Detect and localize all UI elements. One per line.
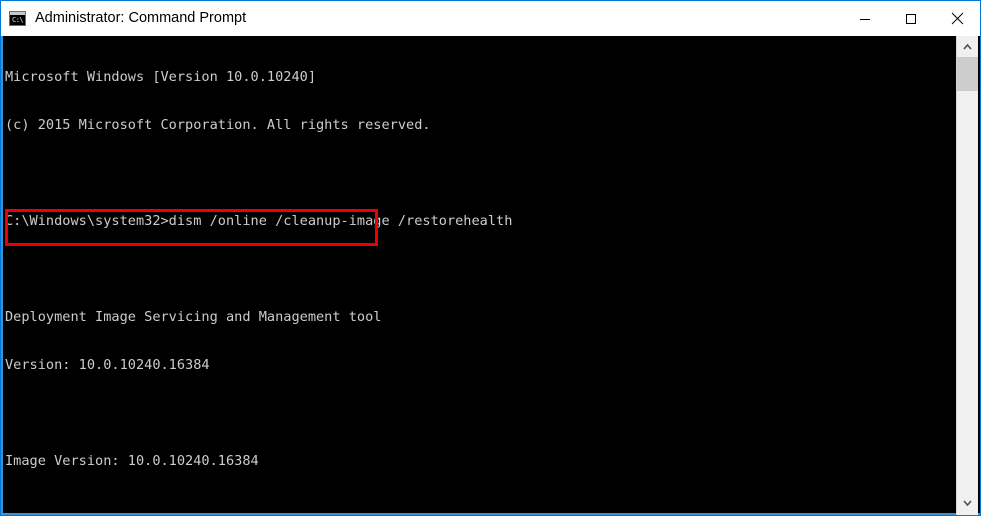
window-controls	[842, 1, 980, 36]
scrollbar-thumb[interactable]	[957, 57, 978, 91]
window-title: Administrator: Command Prompt	[35, 10, 247, 26]
console-icon: C:\	[9, 11, 26, 26]
title-bar-left: C:\ Administrator: Command Prompt	[1, 1, 842, 36]
minimize-icon	[860, 18, 870, 20]
console-line: Deployment Image Servicing and Managemen…	[5, 309, 382, 325]
close-icon	[951, 12, 963, 25]
console-output-area[interactable]: Microsoft Windows [Version 10.0.10240] (…	[1, 36, 980, 515]
minimize-button[interactable]	[842, 1, 888, 36]
console-line: Image Version: 10.0.10240.16384	[5, 453, 259, 469]
maximize-button[interactable]	[888, 1, 934, 36]
console-line: (c) 2015 Microsoft Corporation. All righ…	[5, 117, 431, 133]
chevron-down-icon	[963, 499, 972, 506]
scrollbar-track[interactable]	[957, 91, 978, 492]
console-text: Microsoft Windows [Version 10.0.10240] (…	[5, 37, 513, 513]
console-line: Version: 10.0.10240.16384	[5, 357, 210, 373]
title-bar[interactable]: C:\ Administrator: Command Prompt	[1, 1, 980, 36]
vertical-scrollbar[interactable]	[956, 36, 978, 515]
maximize-icon	[906, 13, 916, 24]
console-line: Microsoft Windows [Version 10.0.10240]	[5, 69, 316, 85]
scroll-down-button[interactable]	[957, 492, 978, 513]
close-button[interactable]	[934, 1, 980, 36]
command-prompt-window: C:\ Administrator: Command Prompt Micros…	[0, 0, 981, 516]
scroll-up-button[interactable]	[957, 36, 978, 57]
console-icon-titlebar	[10, 12, 25, 15]
chevron-up-icon	[963, 43, 972, 50]
console-line-command: C:\Windows\system32>dism /online /cleanu…	[5, 213, 513, 229]
console-icon-prompt: C:\	[12, 16, 24, 24]
